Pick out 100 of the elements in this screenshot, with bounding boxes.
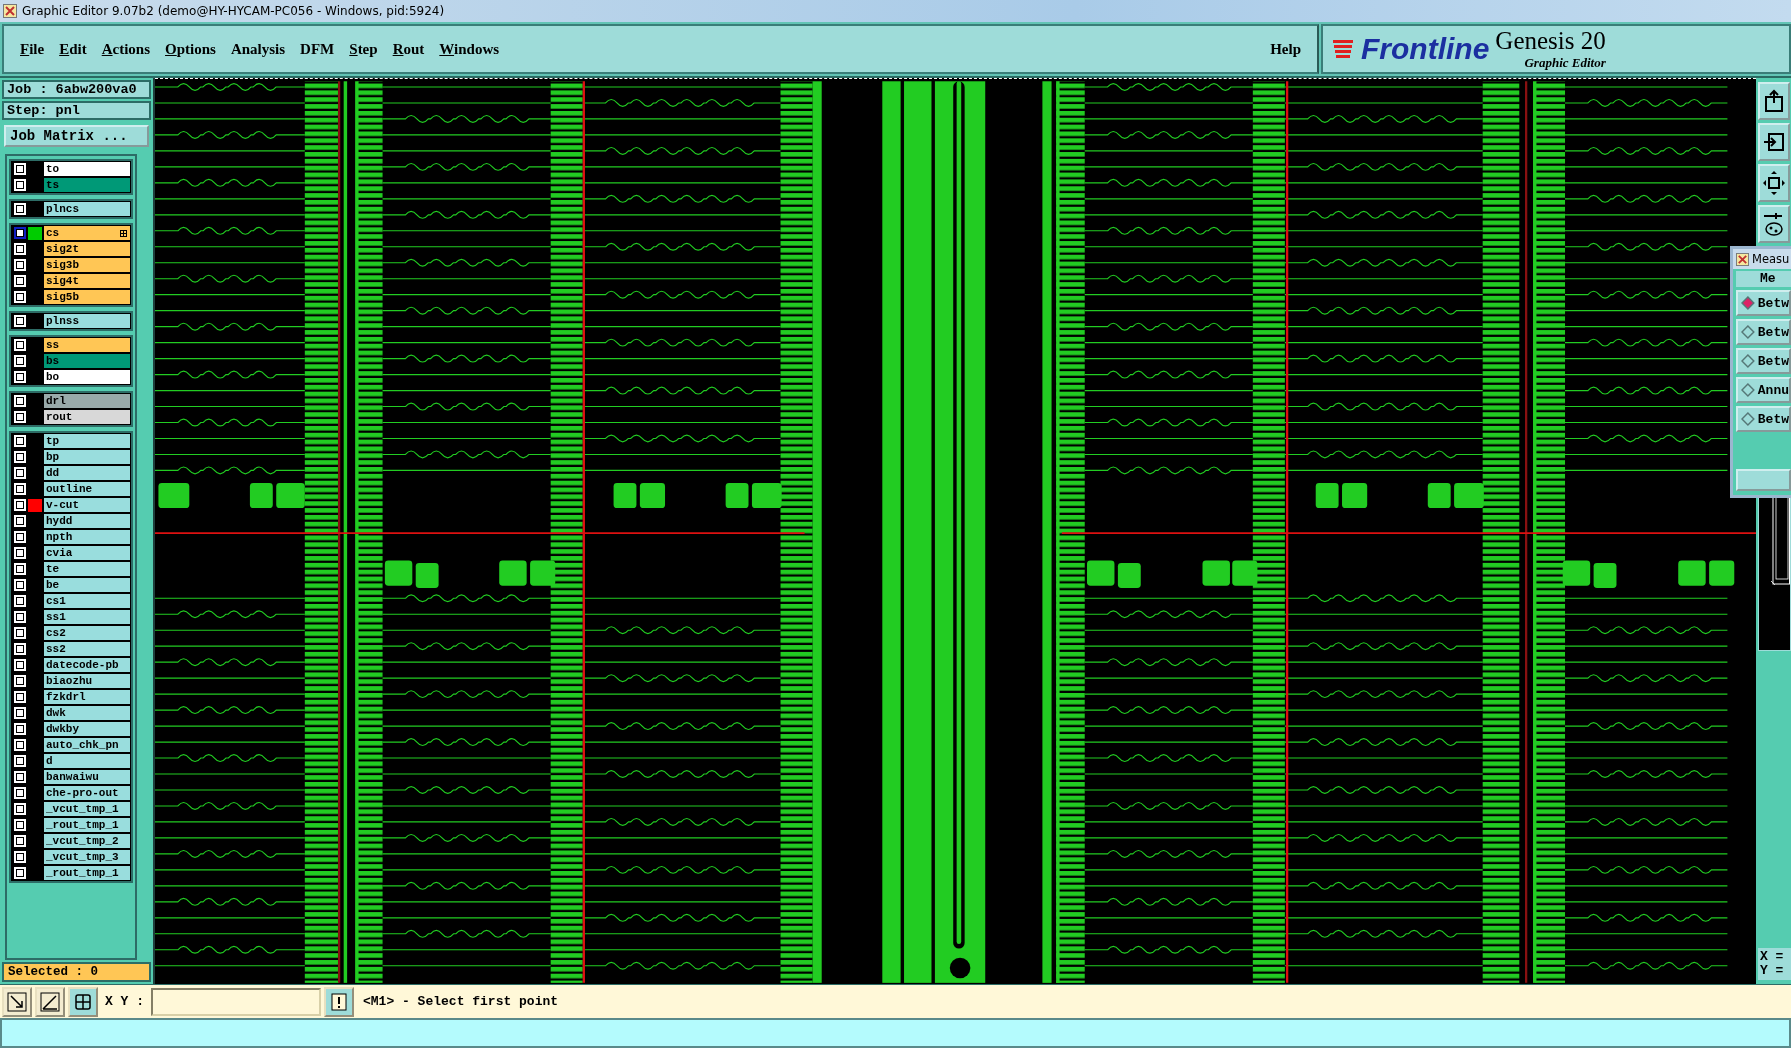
layer-item[interactable]: banwaiwu [44,770,130,784]
layer-item[interactable]: bo [44,370,130,384]
layer-item[interactable]: _vcut_tmp_2 [44,834,130,848]
menu-item[interactable]: Options [159,40,225,58]
layer-item[interactable]: dwk [44,706,130,720]
layer-item[interactable]: fzkdrl [44,690,130,704]
menu-item[interactable]: Actions [95,40,160,58]
layer-item[interactable]: ss [44,338,130,352]
menu-item[interactable]: Edit [53,40,96,58]
layer-item[interactable]: rout [44,410,130,424]
layer-item[interactable]: to [44,162,130,176]
pad [1562,560,1591,586]
layer-item[interactable]: _rout_tmp_1 [44,818,130,832]
layer-item[interactable]: plnss [44,314,130,328]
measure-option[interactable]: Betw [1736,319,1791,345]
layer-item[interactable]: _vcut_tmp_3 [44,850,130,864]
layer-item[interactable]: bs [44,354,130,368]
layer-item[interactable]: te [44,562,130,576]
option-label: Annu [1757,382,1789,398]
layer-item[interactable]: tp [44,434,130,448]
measure-option[interactable]: Betw [1736,348,1791,374]
option-label: Betw [1757,411,1789,427]
prompt-message: <M1> - Select first point [362,994,559,1009]
layer-item[interactable]: cvia [44,546,130,560]
fit-view-icon[interactable] [1758,164,1790,202]
palette-icon[interactable] [1758,205,1790,243]
layer-item[interactable]: auto_chk_pn [44,738,130,752]
pad [158,483,190,509]
pad [276,483,305,509]
pad [530,560,556,586]
menu-item[interactable]: Rout [386,40,434,58]
dialog-header: Me [1736,271,1791,287]
xy-label: X Y : [104,994,145,1009]
pad [1202,560,1230,586]
layer-item[interactable]: sig3b [44,258,130,272]
layer-item[interactable]: datecode-pb [44,658,130,672]
layer-item[interactable]: cs [44,226,130,240]
menu-item[interactable]: Analysis [224,40,295,58]
layer-item[interactable]: cs2 [44,626,130,640]
help-menu[interactable]: Help [1270,40,1307,58]
pad [725,483,749,509]
layer-item[interactable]: hydd [44,514,130,528]
pad [249,483,273,509]
layer-item[interactable]: dwkby [44,722,130,736]
pad [1117,562,1141,588]
layer-item[interactable]: npth [44,530,130,544]
pad [1087,560,1115,586]
layer-item[interactable]: d [44,754,130,768]
measure-option[interactable]: Betw [1736,290,1791,316]
layer-item[interactable]: sig2t [44,242,130,256]
layer-item[interactable]: be [44,578,130,592]
app-icon [3,4,17,18]
measure-option[interactable]: Annu [1736,377,1791,403]
layer-item[interactable]: v-cut [44,498,130,512]
selected-count: Selected : 0 [2,962,151,982]
layer-item[interactable]: ss2 [44,642,130,656]
pad [613,483,637,509]
xy-input-field[interactable] [151,987,321,1016]
pad [1232,560,1258,586]
layer-item[interactable]: ss1 [44,610,130,624]
dialog-title: Measu [1752,252,1790,266]
layer-item[interactable]: sig4t [44,274,130,288]
measure-option[interactable]: Betw [1736,406,1791,432]
layer-item[interactable]: che-pro-out [44,786,130,800]
layer-item[interactable]: dd [44,466,130,480]
layer-item[interactable]: ts [44,178,130,192]
app-icon [1736,252,1749,266]
grid-icon [120,229,127,237]
pad [1678,560,1706,586]
layer-item[interactable]: bp [44,450,130,464]
product-subtitle: Graphic Editor [1524,55,1606,71]
option-label: Betw [1757,353,1789,369]
pad [1709,560,1735,586]
checkbox[interactable] [14,227,26,239]
export-icon[interactable] [1758,82,1790,120]
menu-item[interactable]: File [14,40,54,58]
grid-snap-icon[interactable] [68,986,98,1017]
layer-item[interactable]: outline [44,482,130,496]
layer-item[interactable]: _rout_tmp_1 [44,866,130,880]
brand-name: Frontline [1361,32,1490,66]
layer-item[interactable]: cs1 [44,594,130,608]
layer-item[interactable]: biaozhu [44,674,130,688]
layer-item[interactable]: drl [44,394,130,408]
pad [384,560,413,586]
exclamation-icon[interactable] [324,986,354,1017]
option-label: Betw [1757,295,1789,311]
menu-item[interactable]: Step [343,40,387,58]
layer-item[interactable]: plncs [44,202,130,216]
pad [1454,483,1484,509]
window-title: Graphic Editor 9.07b2 (demo@HY-HYCAM-PC056 - Windows, pid:5924) [22,4,445,18]
job-matrix-button[interactable]: Job Matrix ... [4,125,149,147]
layer-item[interactable]: _vcut_tmp_1 [44,802,130,816]
menu-item[interactable]: DFM [294,40,344,58]
import-icon[interactable] [1758,123,1790,161]
pad [1427,483,1451,509]
menu-item[interactable]: Windows [433,40,509,58]
step-label: Step: pnl [2,101,151,120]
angle-icon[interactable] [35,986,65,1017]
logo-stripes-icon [1333,38,1355,60]
layer-item[interactable]: sig5b [44,290,130,304]
